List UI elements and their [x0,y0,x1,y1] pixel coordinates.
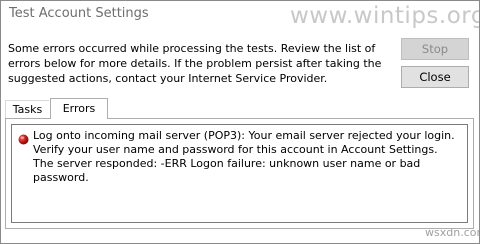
watermark-text: www.wintips.org [290,3,480,29]
close-button[interactable]: Close [401,66,469,88]
window-title: Test Account Settings [9,6,149,21]
test-account-settings-dialog: Test Account Settings www.wintips.org So… [0,0,480,244]
tab-tasks[interactable]: Tasks [5,100,49,119]
error-list[interactable]: Log onto incoming mail server (POP3): Yo… [11,124,468,223]
error-icon [18,130,29,145]
tab-errors[interactable]: Errors [50,98,108,119]
footer-watermark: wsxdn.com [425,226,479,239]
error-message: Log onto incoming mail server (POP3): Yo… [33,129,455,184]
errors-tab-panel: Log onto incoming mail server (POP3): Yo… [5,118,474,229]
tab-strip: Tasks Errors [5,98,475,119]
stop-button[interactable]: Stop [401,38,469,60]
title-bar: Test Account Settings www.wintips.org [1,1,479,31]
status-message: Some errors occurred while processing th… [8,42,382,85]
